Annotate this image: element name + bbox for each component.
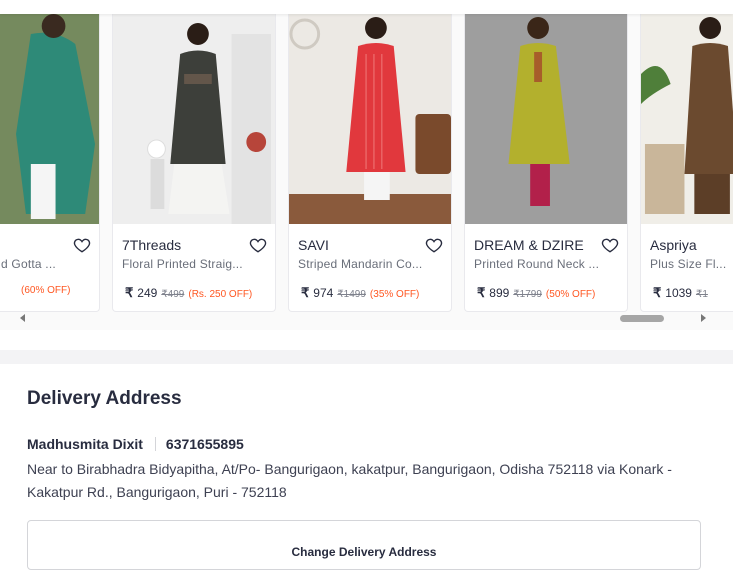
carousel-scrollbar[interactable]: [16, 312, 710, 326]
discount-label: (50% OFF): [545, 289, 596, 300]
sale-price: 1039: [665, 286, 692, 300]
product-image[interactable]: [0, 14, 99, 224]
top-header-edge: [0, 0, 733, 14]
rupee-symbol: ₹: [653, 285, 662, 300]
product-image[interactable]: [289, 14, 451, 224]
sale-price: 249: [137, 286, 158, 300]
section-divider: [0, 350, 733, 364]
discount-label: (Rs. 250 OFF): [188, 289, 253, 300]
recipient-phone: 6371655895: [165, 436, 244, 452]
product-image[interactable]: [641, 14, 733, 224]
product-description: Printed Round Neck ...: [474, 257, 600, 271]
product-card[interactable]: DREAM & DZIRE Printed Round Neck ... ₹ 8…: [464, 14, 628, 312]
price-row: ₹ 974 ₹1499 (35% OFF): [301, 285, 419, 301]
delivery-address-text: Near to Birabhadra Bidyapitha, At/Po- Ba…: [27, 461, 672, 500]
rupee-symbol: ₹: [125, 285, 134, 300]
product-description: d Gotta ...: [1, 257, 56, 271]
product-image[interactable]: [113, 14, 275, 224]
product-description: Striped Mandarin Co...: [298, 257, 423, 271]
price-row: ₹ 1039 ₹1: [653, 285, 708, 301]
separator: [154, 437, 156, 451]
rupee-symbol: ₹: [477, 285, 486, 300]
recipient-name: Madhusmita Dixit: [27, 436, 143, 452]
heart-outline-icon[interactable]: [73, 236, 91, 254]
price-row: ₹ 899 ₹1799 (50% OFF): [477, 285, 595, 301]
product-description: Plus Size Fl...: [650, 257, 727, 271]
discount-label: (60% OFF): [21, 285, 71, 296]
product-image[interactable]: [465, 14, 627, 224]
product-description: Floral Printed Straig...: [122, 257, 243, 271]
price-row: ₹ 249 ₹499 (Rs. 250 OFF): [125, 285, 252, 301]
product-brand: SAVI: [298, 237, 329, 253]
delivery-address-section: Delivery Address Madhusmita Dixit 637165…: [0, 364, 733, 570]
price-row: (60% OFF): [21, 285, 70, 296]
product-brand: Aspriya: [650, 237, 697, 253]
sale-price: 899: [489, 286, 510, 300]
discount-label: (35% OFF): [369, 289, 420, 300]
product-card[interactable]: SAVI Striped Mandarin Co... ₹ 974 ₹1499 …: [288, 14, 452, 312]
change-delivery-address-button[interactable]: Change Delivery Address: [27, 520, 701, 570]
product-card[interactable]: 7Threads Floral Printed Straig... ₹ 249 …: [112, 14, 276, 312]
heart-outline-icon[interactable]: [425, 236, 443, 254]
heart-outline-icon[interactable]: [249, 236, 267, 254]
original-price: ₹499: [161, 289, 185, 300]
product-card[interactable]: d Gotta ... (60% OFF): [0, 14, 100, 312]
arrow-right-icon[interactable]: [701, 314, 706, 322]
section-title: Delivery Address: [27, 388, 182, 409]
product-brand: DREAM & DZIRE: [474, 237, 584, 253]
original-price: ₹1: [695, 289, 708, 300]
original-price: ₹1499: [337, 289, 366, 300]
product-carousel[interactable]: d Gotta ... (60% OFF) 7Threads Floral Pr…: [0, 14, 733, 330]
scrollbar-thumb[interactable]: [620, 315, 664, 322]
rupee-symbol: ₹: [301, 285, 310, 300]
product-brand: 7Threads: [122, 237, 182, 253]
product-card[interactable]: Aspriya Plus Size Fl... ₹ 1039 ₹1: [640, 14, 733, 312]
recipient-row: Madhusmita Dixit 6371655895: [27, 436, 244, 452]
sale-price: 974: [313, 286, 334, 300]
heart-outline-icon[interactable]: [601, 236, 619, 254]
arrow-left-icon[interactable]: [20, 314, 25, 322]
original-price: ₹1799: [513, 289, 542, 300]
